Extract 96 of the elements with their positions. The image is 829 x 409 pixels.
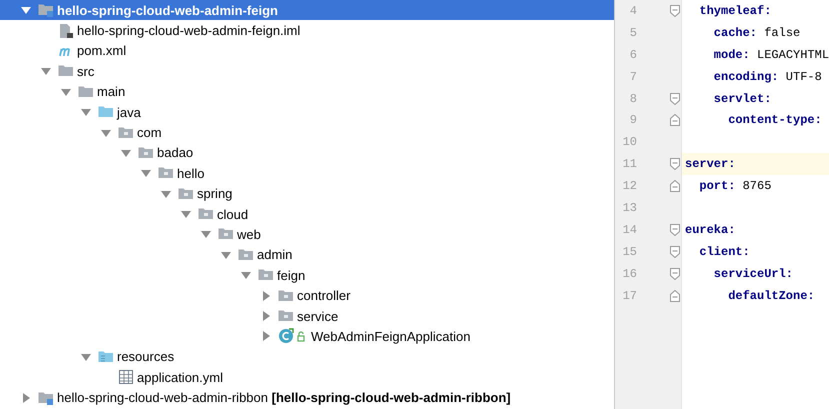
- collapse-arrow-icon[interactable]: [140, 167, 152, 180]
- expand-arrow-icon[interactable]: [260, 330, 272, 342]
- collapse-arrow-icon[interactable]: [80, 106, 92, 118]
- line-number: 7: [628, 70, 637, 84]
- tree-item[interactable]: hello-spring-cloud-web-admin-ribbon [hello-spring-cloud-web-admin-ribbon]: [0, 387, 614, 408]
- tree-item[interactable]: resources: [0, 346, 614, 368]
- tree-item-label: java: [117, 104, 141, 120]
- code-line: port: 8765: [698, 178, 772, 196]
- package-folder-icon: [278, 288, 294, 304]
- tree-item-label: com: [137, 125, 162, 140]
- line-number: 15: [622, 244, 637, 259]
- code-line: content-type:: [727, 112, 823, 130]
- resource-folder-icon: [98, 348, 114, 365]
- fold-icon[interactable]: [670, 224, 680, 236]
- tree-item[interactable]: hello: [0, 163, 614, 184]
- folder-icon: [78, 84, 94, 100]
- table-file-icon: [118, 369, 134, 386]
- collapse-arrow-icon[interactable]: [40, 65, 52, 78]
- package-folder-icon: [178, 186, 194, 202]
- collapse-arrow-icon[interactable]: [20, 4, 32, 16]
- module-folder-icon: [38, 2, 54, 18]
- tree-item-label: feign: [277, 268, 306, 283]
- fold-icon[interactable]: [670, 268, 680, 280]
- line-number: 10: [622, 135, 637, 150]
- tree-item[interactable]: WebAdminFeignApplication: [0, 326, 614, 347]
- line-number: 14: [622, 222, 637, 237]
- package-folder-icon: [238, 246, 254, 263]
- code-line: client:: [698, 244, 751, 261]
- code-line: encoding: UTF-8: [712, 68, 823, 86]
- fold-icon[interactable]: [670, 4, 680, 17]
- tree-item-label: hello-spring-cloud-web-admin-ribbon [hello-spring-cloud-web-admin-ribbon]: [57, 390, 511, 406]
- tree-item-label: application.yml: [137, 370, 223, 385]
- collapse-arrow-icon[interactable]: [200, 228, 212, 240]
- tree-item-label: src: [77, 64, 94, 79]
- expand-arrow-icon[interactable]: [260, 290, 272, 302]
- tree-item[interactable]: hello-spring-cloud-web-admin-feign: [0, 0, 614, 20]
- expand-arrow-icon[interactable]: [20, 392, 32, 404]
- tree-item-label: spring: [197, 186, 232, 202]
- line-number: 8: [628, 92, 637, 106]
- tree-item[interactable]: com: [0, 122, 614, 143]
- package-folder-icon: [118, 124, 134, 141]
- code-line: servlet:: [712, 90, 772, 108]
- code-line: serviceUrl:: [712, 266, 794, 283]
- line-number: 6: [628, 48, 637, 62]
- fold-icon[interactable]: [670, 92, 680, 104]
- tree-item[interactable]: admin: [0, 244, 614, 266]
- collapse-arrow-icon[interactable]: [240, 269, 252, 282]
- tree-item[interactable]: spring: [0, 184, 614, 204]
- tree-item-label: hello: [177, 166, 204, 181]
- line-number: 12: [622, 179, 637, 194]
- tree-item[interactable]: src: [0, 61, 614, 82]
- tree-item-label: WebAdminFeignApplication: [311, 328, 470, 344]
- code-line: thymeleaf:: [698, 2, 772, 20]
- collapse-arrow-icon[interactable]: [180, 208, 192, 220]
- tree-item[interactable]: cloud: [0, 204, 614, 224]
- tree-item-label: pom.xml: [77, 43, 126, 58]
- tree-item-label: resources: [117, 349, 174, 364]
- fold-icon[interactable]: [670, 246, 680, 258]
- tree-item-label: service: [297, 308, 338, 324]
- tree-item-label: cloud: [217, 206, 248, 222]
- line-number: 9: [628, 113, 637, 128]
- fold-end-icon[interactable]: [670, 180, 680, 192]
- tree-item[interactable]: hello-spring-cloud-web-admin-feign.iml: [0, 20, 614, 41]
- tree-item-label: main: [97, 84, 126, 100]
- module-folder-icon: [38, 390, 54, 406]
- fold-end-icon[interactable]: [670, 114, 680, 126]
- code-line: mode: LEGACYHTML: [712, 46, 829, 64]
- tree-item[interactable]: java: [0, 102, 614, 122]
- tree-item[interactable]: feign: [0, 265, 614, 286]
- line-number: 17: [622, 288, 637, 303]
- tree-item[interactable]: service: [0, 306, 614, 326]
- expand-arrow-icon[interactable]: [260, 310, 272, 322]
- tree-item-label: badao: [157, 145, 194, 160]
- code-line: cache: false: [712, 24, 802, 42]
- line-number: 11: [622, 157, 637, 172]
- line-number: 4: [628, 4, 637, 18]
- tree-item[interactable]: badao: [0, 142, 614, 164]
- line-number: 13: [622, 200, 637, 215]
- file-icon: [58, 22, 74, 39]
- tree-item[interactable]: main: [0, 82, 614, 102]
- tree-item-label: controller: [297, 288, 350, 304]
- tree-item-label: admin: [257, 247, 292, 262]
- package-folder-icon: [138, 144, 154, 161]
- line-number: 16: [622, 266, 637, 281]
- tree-item-label: web: [237, 226, 261, 242]
- tree-item-label: hello-spring-cloud-web-admin-feign: [57, 2, 278, 18]
- line-number: 5: [628, 26, 637, 40]
- fold-icon[interactable]: [670, 158, 680, 170]
- tree-item[interactable]: web: [0, 224, 614, 245]
- tree-item-label: hello-spring-cloud-web-admin-feign.iml: [77, 23, 300, 38]
- tree-item[interactable]: application.yml: [0, 367, 614, 388]
- tree-item[interactable]: pom.xml: [0, 40, 614, 62]
- tree-item[interactable]: controller: [0, 285, 614, 306]
- code-line: eureka:: [684, 222, 736, 239]
- fold-end-icon[interactable]: [670, 290, 680, 302]
- code-line: defaultZone:: [727, 288, 816, 305]
